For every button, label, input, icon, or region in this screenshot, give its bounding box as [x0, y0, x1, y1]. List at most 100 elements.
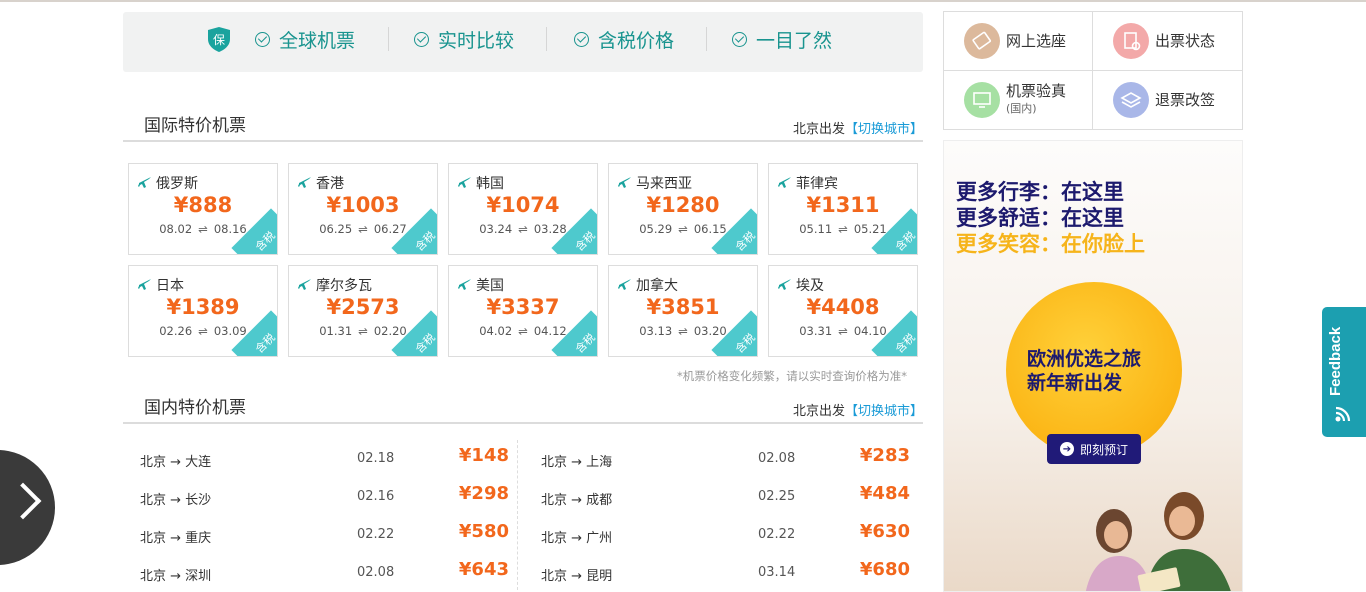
- depart-date: 05.11: [799, 222, 833, 236]
- book-now-button[interactable]: ➔ 即刻预订: [1047, 434, 1141, 464]
- verify-sub-label: (国内): [1006, 102, 1037, 115]
- price-label: ¥3337: [486, 295, 560, 319]
- round-trip-icon: ⇌: [518, 324, 528, 338]
- flight-deal-card[interactable]: 韩国 ¥1074 03.24 ⇌ 03.28 含税: [448, 163, 598, 255]
- divider: [546, 27, 547, 51]
- promo-banner[interactable]: 更多行李：在这里 更多舒适：在这里 更多笑容：在你脸上 欧洲优选之旅 新年新出发…: [943, 140, 1243, 592]
- section-divider: [123, 422, 923, 424]
- route-label: 北京 → 大连: [140, 455, 212, 470]
- date-label: 02.22: [758, 527, 796, 542]
- travelers-illustration: [1085, 492, 1231, 591]
- price-label: ¥484: [859, 483, 910, 504]
- plane-icon: [138, 177, 151, 188]
- divider: [388, 27, 389, 51]
- guarantee-at-a-glance: 一目了然: [732, 24, 832, 54]
- flight-deal-card[interactable]: 俄罗斯 ¥888 08.02 ⇌ 08.16 含税: [128, 163, 278, 255]
- date-label: 02.18: [357, 451, 395, 466]
- service-label: 机票验真 (国内): [1006, 83, 1066, 117]
- flight-deal-card[interactable]: 摩尔多瓦 ¥2573 01.31 ⇌ 02.20 含税: [288, 265, 438, 357]
- depart-date: 06.25: [319, 222, 353, 236]
- back-button[interactable]: [0, 450, 55, 565]
- depart-date: 04.02: [479, 324, 513, 338]
- round-trip-icon: ⇌: [358, 324, 368, 338]
- return-date: 03.20: [693, 324, 727, 338]
- book-now-label: 即刻预订: [1079, 442, 1128, 457]
- flight-deal-card[interactable]: 马来西亚 ¥1280 05.29 ⇌ 06.15 含税: [608, 163, 758, 255]
- verify-ticket-button[interactable]: 机票验真 (国内): [944, 71, 1093, 129]
- destination-label: 菲律宾: [796, 176, 838, 192]
- depart-city-label: 北京出发: [792, 404, 845, 419]
- flight-deal-card[interactable]: 日本 ¥1389 02.26 ⇌ 03.09 含税: [128, 265, 278, 357]
- price-label: ¥888: [173, 193, 233, 217]
- return-date: 03.09: [213, 324, 247, 338]
- international-depart: 北京出发【切换城市】: [793, 118, 923, 137]
- switch-city-link[interactable]: 【切换城市】: [845, 122, 923, 137]
- destination-label: 美国: [476, 278, 504, 294]
- plane-icon: [618, 177, 631, 188]
- promo-headline: 欧洲优选之旅: [1027, 348, 1142, 370]
- round-trip-icon: ⇌: [838, 324, 848, 338]
- service-label: 退票改签: [1155, 90, 1216, 109]
- document-status-icon: [1113, 23, 1149, 59]
- promo-subheadline: 新年新出发: [1027, 372, 1123, 394]
- price-label: ¥1074: [486, 193, 560, 217]
- table-row[interactable]: 北京 → 深圳 02.08 ¥643: [140, 557, 510, 585]
- table-row[interactable]: 北京 → 重庆 02.22 ¥580: [140, 519, 510, 547]
- return-date: 04.10: [853, 324, 887, 338]
- divider: [706, 27, 707, 51]
- switch-city-link[interactable]: 【切换城市】: [845, 404, 923, 419]
- layers-icon: [1113, 82, 1149, 118]
- table-row[interactable]: 北京 → 成都 02.25 ¥484: [541, 481, 911, 509]
- flight-deal-card[interactable]: 菲律宾 ¥1311 05.11 ⇌ 05.21 含税: [768, 163, 918, 255]
- table-row[interactable]: 北京 → 广州 02.22 ¥630: [541, 519, 911, 547]
- shield-icon: 保: [208, 27, 230, 52]
- ticket-icon: [964, 23, 1000, 59]
- route-label: 北京 → 长沙: [140, 493, 212, 508]
- date-label: 02.22: [357, 527, 395, 542]
- verify-label: 机票验真: [1006, 82, 1067, 100]
- destination-label: 加拿大: [636, 278, 678, 294]
- depart-date: 08.02: [159, 222, 193, 236]
- round-trip-icon: ⇌: [198, 324, 208, 338]
- flight-deal-card[interactable]: 埃及 ¥4408 03.31 ⇌ 04.10 含税: [768, 265, 918, 357]
- feedback-tab[interactable]: Feedback: [1322, 307, 1366, 437]
- round-trip-icon: ⇌: [678, 222, 688, 236]
- flight-deal-card[interactable]: 加拿大 ¥3851 03.13 ⇌ 03.20 含税: [608, 265, 758, 357]
- service-label: 出票状态: [1155, 31, 1216, 50]
- table-row[interactable]: 北京 → 长沙 02.16 ¥298: [140, 481, 510, 509]
- round-trip-icon: ⇌: [198, 222, 208, 236]
- plane-icon: [298, 279, 311, 290]
- guarantee-tax-included: 含税价格: [574, 24, 674, 54]
- flight-deal-card[interactable]: 香港 ¥1003 06.25 ⇌ 06.27 含税: [288, 163, 438, 255]
- guarantee-label: 含税价格: [598, 29, 675, 52]
- plane-icon: [778, 279, 791, 290]
- table-row[interactable]: 北京 → 大连 02.18 ¥148: [140, 443, 510, 471]
- return-date: 02.20: [373, 324, 407, 338]
- price-label: ¥680: [859, 559, 910, 580]
- service-label: 网上选座: [1006, 31, 1067, 50]
- table-row[interactable]: 北京 → 上海 02.08 ¥283: [541, 443, 911, 471]
- service-grid: 网上选座 出票状态 机票验真 (国内) 退票改签: [943, 11, 1243, 130]
- feedback-label: Feedback: [1327, 326, 1344, 396]
- table-row[interactable]: 北京 → 昆明 03.14 ¥680: [541, 557, 911, 585]
- return-date: 06.15: [693, 222, 727, 236]
- guarantee-label: 全球机票: [279, 29, 356, 52]
- price-label: ¥1311: [806, 193, 880, 217]
- return-date: 05.21: [853, 222, 887, 236]
- route-label: 北京 → 上海: [541, 455, 613, 470]
- refund-change-button[interactable]: 退票改签: [1093, 71, 1242, 129]
- plane-icon: [458, 279, 471, 290]
- online-seat-button[interactable]: 网上选座: [944, 12, 1093, 70]
- price-label: ¥3851: [646, 295, 720, 319]
- return-date: 06.27: [373, 222, 407, 236]
- route-label: 北京 → 深圳: [140, 569, 212, 584]
- depart-date: 03.13: [639, 324, 673, 338]
- svg-text:保: 保: [213, 33, 225, 47]
- ticket-status-button[interactable]: 出票状态: [1093, 12, 1242, 70]
- price-label: ¥1280: [646, 193, 720, 217]
- flight-deal-card[interactable]: 美国 ¥3337 04.02 ⇌ 04.12 含税: [448, 265, 598, 357]
- depart-date: 03.31: [799, 324, 833, 338]
- price-label: ¥580: [458, 521, 509, 542]
- price-label: ¥630: [859, 521, 910, 542]
- check-circle-icon: [574, 31, 589, 47]
